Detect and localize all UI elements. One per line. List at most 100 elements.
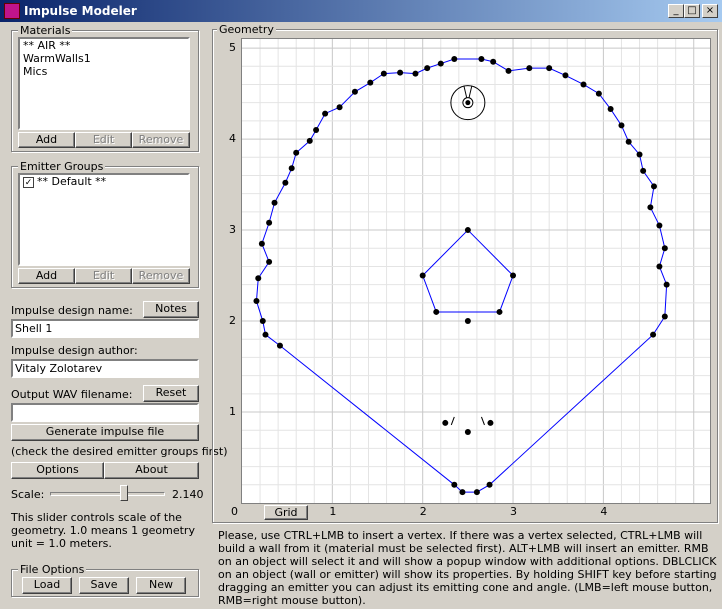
wall-vertex <box>478 56 485 63</box>
x-tick-label: 1 <box>329 505 337 518</box>
reset-button[interactable]: Reset <box>143 385 199 402</box>
new-button[interactable]: New <box>136 577 186 594</box>
wall-vertex <box>306 137 313 144</box>
wall-vertex <box>640 167 647 174</box>
wall-vertex <box>380 70 387 77</box>
wall-vertex <box>258 240 265 247</box>
wall-vertex <box>433 308 440 315</box>
generate-hint: (check the desired emitter groups first) <box>11 445 228 458</box>
maximize-button[interactable]: □ <box>684 4 700 18</box>
geometry-canvas[interactable] <box>241 38 711 504</box>
materials-remove-button[interactable]: Remove <box>132 132 190 148</box>
wall-vertex <box>262 331 269 338</box>
wall-vertex <box>276 342 283 349</box>
materials-edit-button[interactable]: Edit <box>75 132 132 148</box>
wall-vertex <box>266 219 273 226</box>
wav-filename-input[interactable] <box>11 403 199 422</box>
wall-vertex <box>464 318 471 325</box>
emitter-groups-legend: Emitter Groups <box>18 160 106 173</box>
wall-vertex <box>595 90 602 97</box>
wall-vertex <box>618 122 625 129</box>
design-author-input[interactable]: Vitaly Zolotarev <box>11 359 199 378</box>
scale-help: This slider controls scale of the geomet… <box>11 511 195 550</box>
scale-label: Scale: <box>11 488 45 501</box>
emitter-dot <box>465 100 471 106</box>
scale-slider-track[interactable] <box>50 492 165 496</box>
x-tick-label: 3 <box>510 505 518 518</box>
wall-vertex <box>650 331 657 338</box>
emitter-groups-list[interactable]: ✓ ** Default ** <box>18 173 190 266</box>
wall-vertex <box>419 272 426 279</box>
emitter-direction <box>450 416 455 426</box>
x-tick-label: 2 <box>419 505 427 518</box>
wall-vertex <box>625 138 632 145</box>
minimize-button[interactable]: _ <box>668 4 684 18</box>
geometry-plot[interactable] <box>242 39 710 503</box>
save-button[interactable]: Save <box>79 577 129 594</box>
options-button[interactable]: Options <box>11 462 104 479</box>
checkbox[interactable]: ✓ <box>23 176 34 188</box>
design-author-label: Impulse design author: <box>11 344 138 357</box>
wall-vertex <box>464 227 471 234</box>
wall-vertex <box>496 308 503 315</box>
wall-vertex <box>253 298 260 305</box>
scale-value: 2.140 <box>172 488 204 501</box>
design-name-input[interactable]: Shell 1 <box>11 319 199 338</box>
wall-vertex <box>367 79 374 86</box>
wall-vertex <box>546 65 553 72</box>
geometry-legend: Geometry <box>217 23 276 36</box>
y-tick-label: 3 <box>229 223 236 237</box>
app-icon <box>4 3 20 19</box>
emitter-groups-edit-button[interactable]: Edit <box>75 268 132 284</box>
file-options-legend: File Options <box>18 563 87 576</box>
wall-vertex <box>647 204 654 211</box>
wall-vertex <box>656 222 663 229</box>
wall-vertex <box>473 489 480 496</box>
wall-vertex <box>661 313 668 320</box>
wall-vertex <box>459 489 466 496</box>
materials-add-button[interactable]: Add <box>18 132 75 148</box>
generate-impulse-button[interactable]: Generate impulse file <box>11 424 199 441</box>
wall-vertex <box>510 272 517 279</box>
materials-list[interactable]: ** AIR ** WarmWalls1 Mics <box>18 37 190 130</box>
wall-vertex <box>282 179 289 186</box>
wall-vertex <box>288 165 295 172</box>
emitter-icon <box>487 419 494 426</box>
wall-vertex <box>663 281 670 288</box>
pentagon-wall <box>422 229 514 313</box>
wall-vertex <box>351 88 358 95</box>
wall-vertex <box>266 258 273 265</box>
wav-filename-label: Output WAV filename: <box>11 388 133 401</box>
wall-vertex <box>412 70 419 77</box>
about-button[interactable]: About <box>104 462 199 479</box>
emitter-icon <box>464 429 471 436</box>
wall-vertex <box>397 69 404 76</box>
notes-button[interactable]: Notes <box>143 301 199 318</box>
material-item[interactable]: WarmWalls1 <box>20 52 188 65</box>
help-text: Please, use CTRL+LMB to insert a vertex.… <box>218 529 717 607</box>
emitter-groups-remove-button[interactable]: Remove <box>132 268 190 284</box>
scale-slider-thumb[interactable] <box>119 485 128 501</box>
load-button[interactable]: Load <box>22 577 72 594</box>
wall-vertex <box>451 56 458 63</box>
wall-vertex <box>607 106 614 113</box>
close-button[interactable]: × <box>702 4 718 18</box>
y-tick-label: 1 <box>229 405 236 419</box>
design-name-label: Impulse design name: <box>11 304 133 317</box>
emitter-icon <box>442 419 449 426</box>
wall-vertex <box>322 110 329 117</box>
wall-vertex <box>636 151 643 158</box>
emitter-groups-add-button[interactable]: Add <box>18 268 75 284</box>
x-tick-label: 4 <box>600 505 608 518</box>
wall-vertex <box>293 149 300 156</box>
emitter-group-label: ** Default ** <box>37 175 107 188</box>
wall-vertex <box>580 81 587 88</box>
emitter-direction <box>480 416 485 426</box>
grid-button[interactable]: Grid <box>264 505 308 520</box>
material-item[interactable]: ** AIR ** <box>20 39 188 52</box>
materials-legend: Materials <box>18 24 73 37</box>
emitter-group-item[interactable]: ✓ ** Default ** <box>20 175 188 188</box>
material-item[interactable]: Mics <box>20 65 188 78</box>
wall-vertex <box>437 60 444 67</box>
y-tick-label: 5 <box>229 41 236 55</box>
